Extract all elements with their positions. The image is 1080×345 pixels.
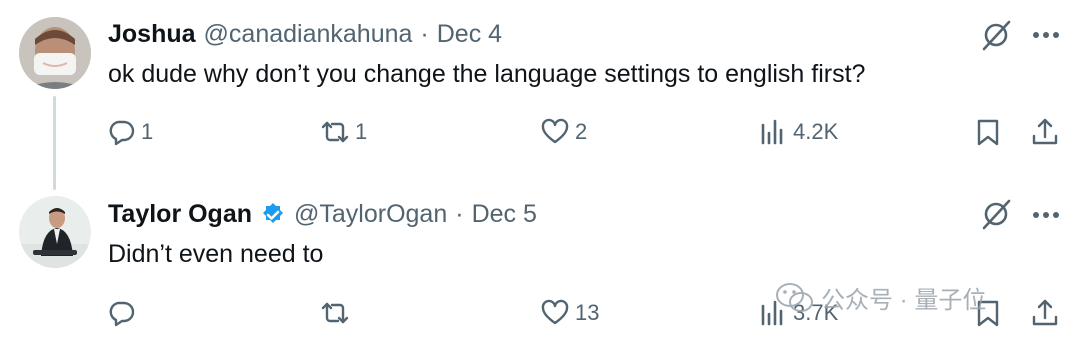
bookmark-button[interactable] [973,117,1003,147]
reply-count: 1 [141,119,154,144]
reply-icon [109,120,135,146]
like-icon [541,118,569,144]
watermark: 公众号 · 量子位 [775,280,986,315]
more-icon[interactable] [1031,30,1061,40]
like-count: 2 [575,119,588,144]
more-icon[interactable] [1031,210,1061,220]
reply-button[interactable] [106,298,141,328]
watermark-text: 公众号 · 量子位 [821,287,987,314]
share-icon [1032,118,1058,145]
retweet-button[interactable]: 1 [320,117,367,147]
avatar[interactable] [19,17,91,89]
retweet-icon [321,302,349,324]
username[interactable]: @canadiankahuna [204,20,413,49]
like-icon [541,299,569,325]
timestamp[interactable]: Dec 4 [437,20,502,49]
tweet-text: ok dude why don’t you change the languag… [108,60,866,88]
display-name[interactable]: Taylor Ogan [108,200,252,229]
wechat-icon [776,282,813,312]
like-count: 13 [575,300,600,325]
grok-icon[interactable] [979,197,1013,231]
tweet-joshua[interactable]: Joshua @canadiankahuna · Dec 4 ok dude w… [0,0,1080,190]
reply-button[interactable]: 1 [106,117,153,147]
views-button[interactable]: 4.2K [758,117,838,147]
grok-icon[interactable] [979,18,1013,52]
retweet-button[interactable] [320,298,355,328]
reply-icon [109,301,135,327]
tweet-text: Didn’t even need to [108,240,324,268]
share-icon [1032,299,1058,326]
tweet-header: Taylor Ogan @TaylorOgan · Dec 5 [108,200,537,229]
tweet-header: Joshua @canadiankahuna · Dec 4 [108,20,502,49]
retweet-count: 1 [355,119,368,144]
separator: · [420,20,429,48]
username[interactable]: @TaylorOgan [294,200,447,229]
tweet-actions: 1 1 2 4.2K [0,117,1080,153]
views-icon [761,119,783,145]
separator: · [455,200,464,228]
avatar[interactable] [19,196,91,268]
tweet-taylor-ogan[interactable]: Taylor Ogan @TaylorOgan · Dec 5 Didn’t e… [0,180,1080,345]
retweet-icon [321,121,349,143]
display-name[interactable]: Joshua [108,20,196,49]
timestamp[interactable]: Dec 5 [472,200,537,229]
avatar-image [19,196,91,268]
like-button[interactable]: 2 [540,117,587,147]
share-button[interactable] [1030,298,1060,328]
verified-badge-icon [263,202,284,223]
share-button[interactable] [1030,117,1060,147]
views-count: 4.2K [793,119,839,144]
bookmark-icon [977,119,999,146]
like-button[interactable]: 13 [540,298,599,328]
avatar-image [19,17,91,89]
